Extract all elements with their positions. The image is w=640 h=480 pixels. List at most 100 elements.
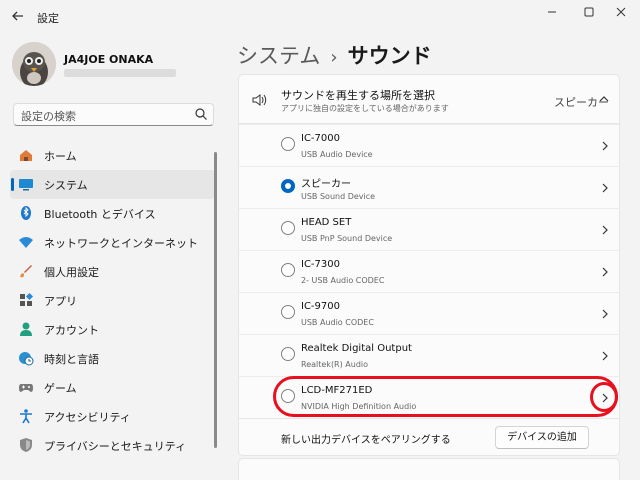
- device-radio-selected[interactable]: [281, 179, 295, 193]
- chevron-right-icon[interactable]: [599, 181, 611, 195]
- chevron-right-icon[interactable]: [599, 391, 611, 405]
- settings-search-box[interactable]: 設定の検索: [13, 103, 214, 126]
- back-button[interactable]: [10, 9, 26, 25]
- sidebar-nav: ホーム システム Bluetooth とデバイス ネットワークとインターネット …: [10, 141, 215, 460]
- sidebar-item-label: 時刻と言語: [44, 353, 99, 366]
- sidebar-item-label: システム: [44, 179, 88, 192]
- device-row-headset[interactable]: HEAD SET USB PnP Sound Device: [238, 208, 620, 250]
- sidebar-item-label: Bluetooth とデバイス: [44, 208, 156, 221]
- device-row-ic-7300[interactable]: IC-7300 2- USB Audio CODEC: [238, 250, 620, 292]
- bluetooth-icon: [21, 206, 31, 220]
- device-type: NVIDIA High Definition Audio: [301, 402, 417, 411]
- device-row-ic-9700[interactable]: IC-9700 USB Audio CODEC: [238, 292, 620, 334]
- user-name: JA4JOE ONAKA: [64, 53, 154, 66]
- pair-device-label: 新しい出力デバイスをペアリングする: [281, 435, 451, 446]
- minimize-button[interactable]: [538, 4, 566, 22]
- device-row-ic-7000[interactable]: IC-7000 USB Audio Device: [238, 124, 620, 166]
- sidebar-item-home[interactable]: ホーム: [10, 141, 215, 170]
- app-title: 設定: [37, 12, 59, 25]
- device-type: USB Sound Device: [301, 192, 376, 201]
- output-section-title: サウンドを再生する場所を選択: [281, 89, 435, 102]
- sidebar-scrollbar[interactable]: [214, 152, 217, 448]
- sidebar-item-label: アカウント: [44, 324, 99, 337]
- page-title: サウンド: [347, 44, 432, 68]
- title-bar: 設定: [0, 0, 640, 34]
- chevron-right-icon[interactable]: [599, 307, 611, 321]
- active-indicator: [11, 178, 14, 191]
- device-name: IC-7300: [301, 259, 340, 270]
- user-email-redacted: [64, 69, 176, 77]
- sidebar-item-system[interactable]: システム: [10, 170, 215, 199]
- sidebar-item-label: 個人用設定: [44, 266, 99, 279]
- close-icon: [616, 7, 626, 17]
- device-type: Realtek(R) Audio: [301, 360, 369, 369]
- device-type: USB Audio CODEC: [301, 318, 374, 327]
- sidebar-item-privacy-security[interactable]: プライバシーとセキュリティ: [10, 431, 215, 460]
- search-icon[interactable]: [194, 107, 208, 121]
- close-button[interactable]: [607, 4, 635, 22]
- sidebar-item-apps[interactable]: アプリ: [10, 286, 215, 315]
- sidebar-item-time-language[interactable]: 時刻と言語: [10, 344, 215, 373]
- output-device-list: IC-7000 USB Audio Device スピーカー USB Sound…: [238, 124, 620, 456]
- sidebar-item-label: ゲーム: [44, 382, 77, 395]
- chevron-right-icon[interactable]: [599, 223, 611, 237]
- accessibility-icon: [20, 409, 32, 424]
- globe-clock-icon: [19, 352, 34, 366]
- person-icon: [20, 322, 32, 336]
- device-radio[interactable]: [281, 263, 295, 277]
- sidebar-item-accounts[interactable]: アカウント: [10, 315, 215, 344]
- breadcrumb: システム › サウンド: [237, 40, 432, 70]
- breadcrumb-parent[interactable]: システム: [237, 44, 320, 68]
- chevron-up-icon[interactable]: [597, 92, 611, 106]
- sidebar-item-bluetooth[interactable]: Bluetooth とデバイス: [10, 199, 215, 228]
- device-type: USB Audio Device: [301, 150, 373, 159]
- search-input[interactable]: 設定の検索: [21, 108, 76, 124]
- home-icon: [20, 150, 32, 161]
- device-name: Realtek Digital Output: [301, 343, 412, 354]
- output-device-header[interactable]: サウンドを再生する場所を選択 アプリに独自の設定をしている場合があります スピー…: [238, 74, 620, 124]
- chevron-right-icon[interactable]: [599, 139, 611, 153]
- device-radio[interactable]: [281, 305, 295, 319]
- sidebar-item-label: ホーム: [44, 150, 77, 163]
- device-row-lcd-mf271ed[interactable]: LCD-MF271ED NVIDIA High Definition Audio: [238, 376, 620, 418]
- device-row-realtek[interactable]: Realtek Digital Output Realtek(R) Audio: [238, 334, 620, 376]
- device-name: HEAD SET: [301, 217, 352, 228]
- device-row-speaker[interactable]: スピーカー USB Sound Device: [238, 166, 620, 208]
- device-name: IC-9700: [301, 301, 340, 312]
- sidebar-item-gaming[interactable]: ゲーム: [10, 373, 215, 402]
- apps-icon: [20, 292, 34, 306]
- sidebar-item-accessibility[interactable]: アクセシビリティ: [10, 402, 215, 431]
- maximize-button[interactable]: [575, 4, 603, 22]
- speaker-icon: [252, 94, 267, 106]
- breadcrumb-separator: ›: [330, 47, 338, 68]
- device-type: 2- USB Audio CODEC: [301, 276, 385, 285]
- shield-icon: [20, 438, 32, 452]
- maximize-icon: [584, 7, 594, 17]
- gamepad-icon: [19, 384, 33, 392]
- device-radio[interactable]: [281, 389, 295, 403]
- sidebar-item-personalization[interactable]: 個人用設定: [10, 257, 215, 286]
- arrow-left-icon: [12, 11, 23, 21]
- device-radio[interactable]: [281, 137, 295, 151]
- chevron-right-icon[interactable]: [599, 265, 611, 279]
- device-name: IC-7000: [301, 133, 340, 144]
- device-name: スピーカー: [301, 179, 351, 190]
- output-section-description: アプリに独自の設定をしている場合があります: [281, 104, 449, 113]
- next-section-panel: [238, 458, 620, 480]
- device-type: USB PnP Sound Device: [301, 234, 393, 243]
- brush-icon: [20, 265, 32, 278]
- device-name: LCD-MF271ED: [301, 385, 373, 396]
- add-device-button[interactable]: デバイスの追加: [495, 426, 589, 449]
- pair-device-row: 新しい出力デバイスをペアリングする デバイスの追加: [238, 418, 620, 456]
- device-radio[interactable]: [281, 221, 295, 235]
- monitor-icon: [19, 179, 33, 191]
- avatar: [12, 42, 56, 86]
- sidebar-item-label: アクセシビリティ: [44, 411, 131, 424]
- sidebar-item-label: アプリ: [44, 295, 77, 308]
- sidebar-item-label: プライバシーとセキュリティ: [44, 440, 187, 453]
- sidebar-item-network[interactable]: ネットワークとインターネット: [10, 228, 215, 257]
- device-radio[interactable]: [281, 347, 295, 361]
- chevron-right-icon[interactable]: [599, 349, 611, 363]
- sidebar-item-label: ネットワークとインターネット: [44, 237, 198, 250]
- wifi-icon: [19, 237, 33, 248]
